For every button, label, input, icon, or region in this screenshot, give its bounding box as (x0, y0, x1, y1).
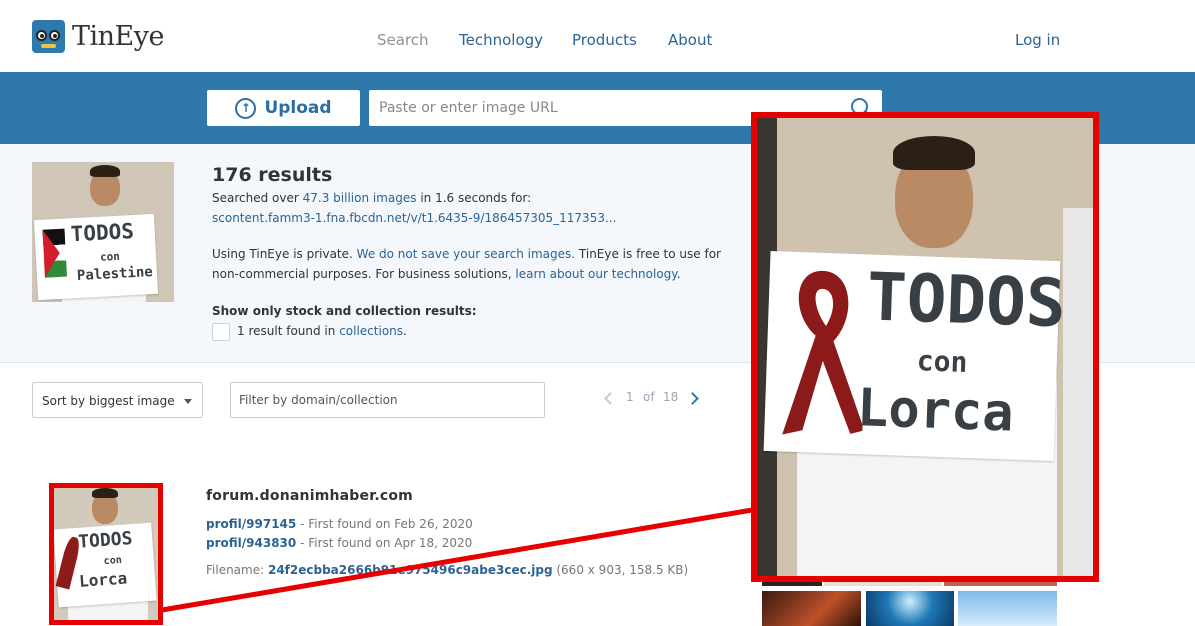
result-thumb-image[interactable] (958, 591, 1057, 626)
thumb-strip (824, 582, 942, 586)
red-ribbon-icon (782, 270, 865, 435)
result-thumb-image[interactable] (866, 591, 954, 626)
thumb-strip (944, 582, 1057, 586)
result-thumb-image[interactable] (762, 591, 861, 626)
thumb-strip (762, 582, 822, 586)
enlarged-result-image: TODOS con Lorca (751, 112, 1099, 582)
big-sign-line2: con (916, 344, 968, 379)
big-sign-line1: TODOS (865, 258, 1067, 343)
big-sign-line3: Lorca (856, 378, 1015, 444)
